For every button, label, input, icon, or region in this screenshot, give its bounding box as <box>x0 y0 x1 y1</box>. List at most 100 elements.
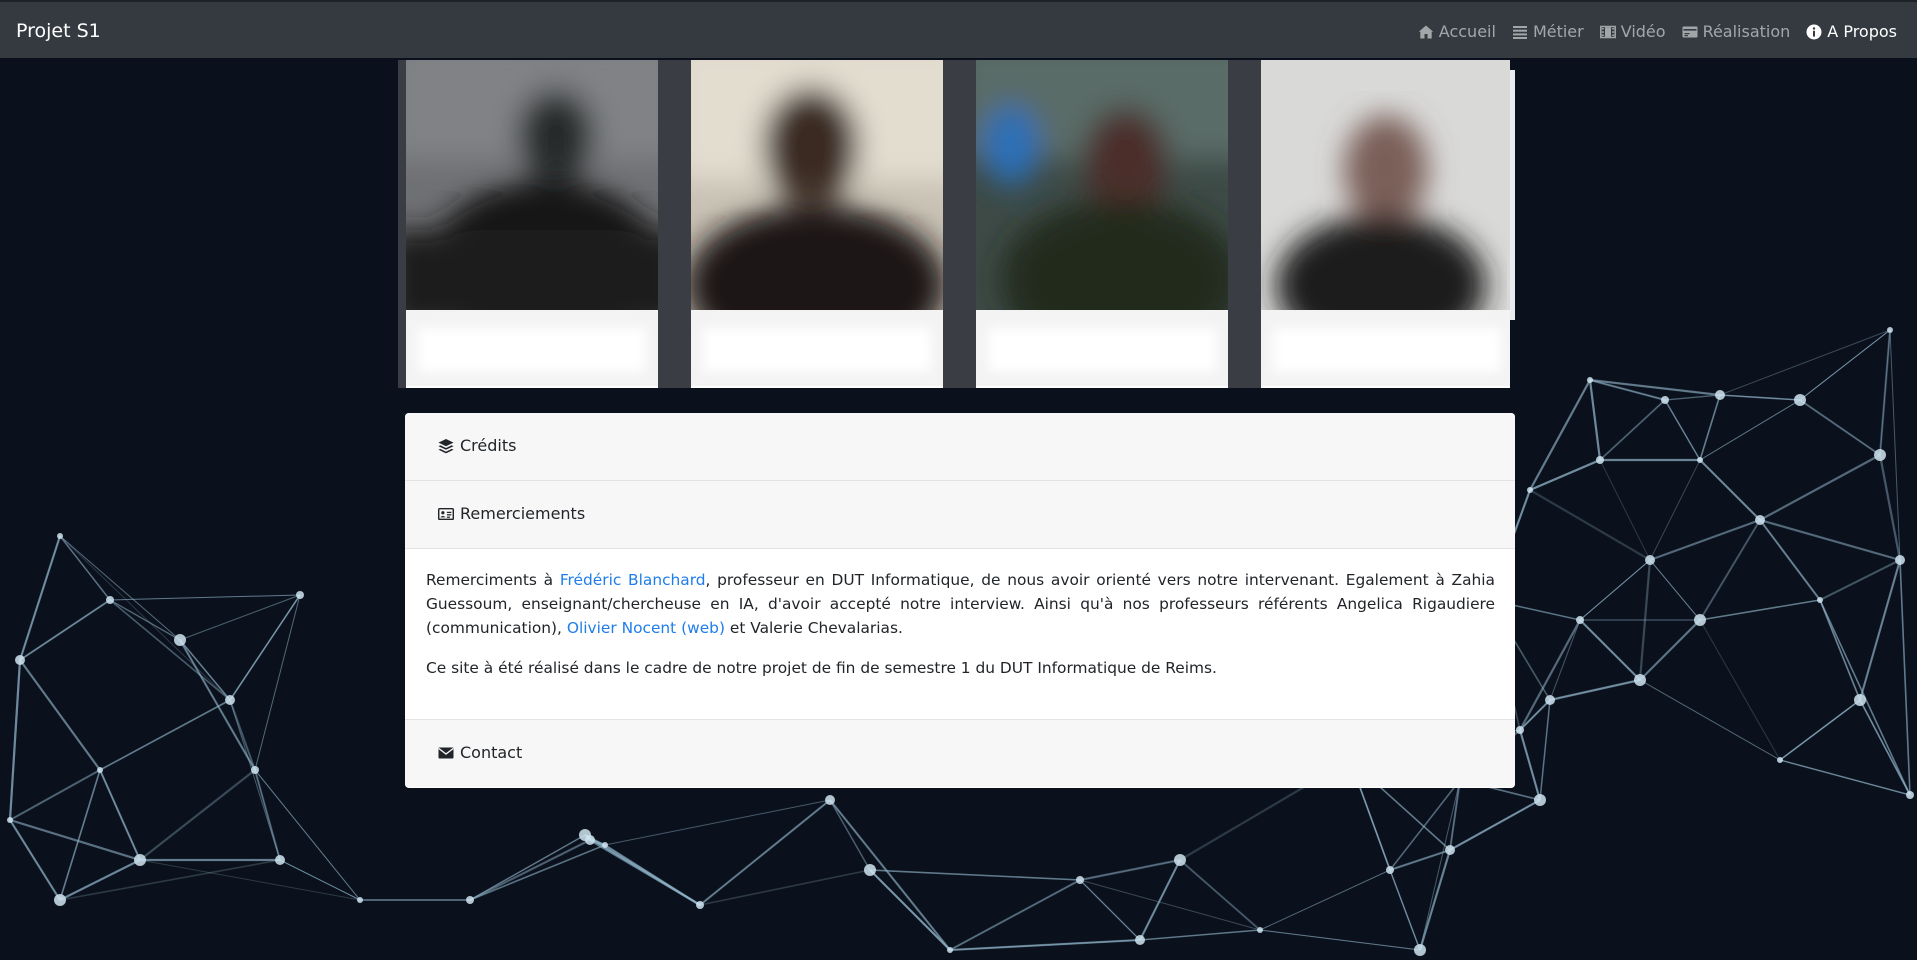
nav-item-metier[interactable]: Métier <box>1512 22 1584 42</box>
team-member-card <box>976 60 1228 388</box>
network-line <box>139 769 256 861</box>
network-line <box>1759 519 1821 601</box>
network-line <box>254 594 301 771</box>
network-node <box>1755 515 1765 525</box>
member-caption <box>1273 328 1501 372</box>
network-node <box>134 854 146 866</box>
network-line <box>1664 399 1701 461</box>
network-node <box>296 591 304 599</box>
network-node <box>947 947 953 953</box>
nav-label-video: Vidéo <box>1620 22 1666 41</box>
text-segment: Remerciments à <box>426 571 560 589</box>
network-node <box>251 766 259 774</box>
network-line <box>1699 599 1821 621</box>
member-caption <box>418 328 646 372</box>
network-node <box>466 896 474 904</box>
member-caption <box>988 328 1216 372</box>
network-line <box>1449 799 1541 851</box>
network-line <box>1759 518 1901 562</box>
network-line <box>1549 678 1641 702</box>
accordion-header-contact[interactable]: Contact <box>405 719 1515 787</box>
network-node <box>1645 555 1655 565</box>
network-node <box>1516 726 1524 734</box>
link-olivier-nocent[interactable]: Olivier Nocent (web) <box>567 619 725 637</box>
member-photo <box>691 60 943 310</box>
network-node <box>1527 487 1533 493</box>
network-line <box>469 844 606 901</box>
network-line <box>1579 559 1651 621</box>
network-line <box>19 599 111 661</box>
network-node <box>864 864 876 876</box>
network-line <box>1649 559 1701 621</box>
about-accordion: Crédits Remerciements Remerciments à Fré… <box>405 413 1515 788</box>
network-node <box>1587 377 1593 383</box>
network-line <box>1549 619 1581 701</box>
network-line <box>1879 329 1891 456</box>
nav-item-realisation[interactable]: Réalisation <box>1682 22 1790 42</box>
network-line <box>1899 559 1911 796</box>
accordion-header-credits[interactable]: Crédits <box>405 413 1515 481</box>
network-line <box>109 599 231 701</box>
network-line <box>1799 399 1881 456</box>
member-photo <box>406 60 658 310</box>
network-line <box>1389 869 1421 951</box>
network-node <box>1174 854 1186 866</box>
network-line <box>1858 559 1902 701</box>
network-line <box>1519 729 1541 801</box>
network-line <box>604 799 831 846</box>
network-line <box>8 659 22 821</box>
network-line <box>829 799 871 871</box>
nav-label-a-propos: A Propos <box>1827 22 1897 41</box>
network-node <box>106 596 114 604</box>
envelope-icon <box>438 747 454 759</box>
accordion-header-remerciements[interactable]: Remerciements <box>405 481 1515 549</box>
network-node <box>1576 616 1584 624</box>
network-line <box>1589 379 1666 401</box>
network-line <box>1779 699 1861 761</box>
network-line <box>869 869 951 951</box>
nav-item-a-propos[interactable]: A Propos <box>1806 22 1897 42</box>
network-line <box>1259 869 1391 931</box>
nav-item-accueil[interactable]: Accueil <box>1418 22 1496 42</box>
network-node <box>1906 791 1914 799</box>
network-line <box>1259 929 1421 951</box>
network-node <box>696 901 704 909</box>
network-node <box>1895 555 1905 565</box>
network-line <box>179 594 301 641</box>
nav-menu: Accueil Métier Vidéo Réalisation A Propo… <box>1418 22 1897 42</box>
nav-label-metier: Métier <box>1532 22 1584 41</box>
network-line <box>9 818 141 862</box>
member-photo <box>1261 60 1510 310</box>
network-line <box>1139 929 1261 941</box>
network-line <box>179 639 256 771</box>
network-node <box>1697 457 1703 463</box>
remerciements-body: Remerciments à Frédéric Blanchard, profe… <box>405 550 1515 730</box>
network-node <box>1661 396 1669 404</box>
network-node <box>1414 944 1426 956</box>
network-line <box>949 879 1081 951</box>
network-line <box>1539 699 1551 801</box>
network-node <box>1887 327 1893 333</box>
network-node <box>1135 935 1145 945</box>
network-line <box>1079 879 1141 941</box>
network-line <box>1819 599 1861 701</box>
network-line <box>19 659 101 771</box>
network-node <box>97 767 103 773</box>
network-line <box>254 769 361 901</box>
network-line <box>699 799 831 906</box>
network-line <box>1419 849 1451 951</box>
network-line <box>59 859 141 901</box>
brand-title[interactable]: Projet S1 <box>16 20 101 42</box>
network-node <box>1257 927 1263 933</box>
network-node <box>7 817 13 823</box>
link-frederic-blanchard[interactable]: Frédéric Blanchard <box>560 571 706 589</box>
network-node <box>1874 449 1886 461</box>
nav-item-video[interactable]: Vidéo <box>1599 22 1666 42</box>
network-node <box>1777 757 1783 763</box>
network-line <box>469 839 591 901</box>
network-node <box>275 855 285 865</box>
network-line <box>229 699 281 861</box>
network-node <box>1634 674 1646 686</box>
card-icon <box>1682 26 1698 38</box>
network-node <box>1596 456 1604 464</box>
